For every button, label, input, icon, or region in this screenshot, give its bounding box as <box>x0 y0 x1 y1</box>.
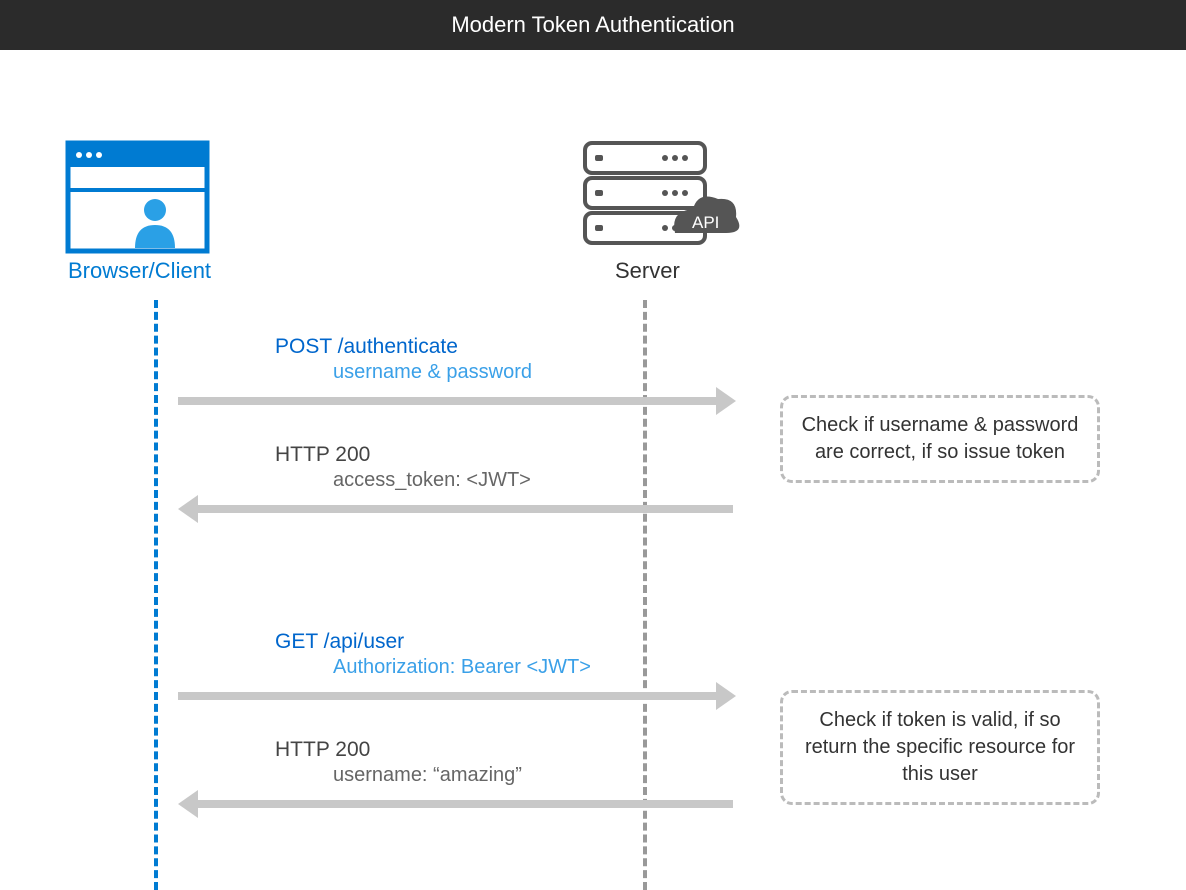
diagram-title: Modern Token Authentication <box>0 0 1186 50</box>
client-label: Browser/Client <box>68 258 211 284</box>
message-response-2: HTTP 200 username: “amazing” <box>275 738 522 787</box>
message-title: GET /api/user <box>275 630 591 654</box>
svg-text:API: API <box>692 213 719 232</box>
message-subtitle: Authorization: Bearer <JWT> <box>333 656 591 679</box>
message-response-1: HTTP 200 access_token: <JWT> <box>275 443 531 492</box>
message-title: POST /authenticate <box>275 335 532 359</box>
message-subtitle: username: “amazing” <box>333 764 522 787</box>
message-subtitle: username & password <box>333 361 532 384</box>
server-icon: API <box>580 138 740 258</box>
message-request-2: GET /api/user Authorization: Bearer <JWT… <box>275 630 591 679</box>
server-note-1: Check if username & password are correct… <box>780 395 1100 483</box>
browser-client-icon <box>65 140 210 255</box>
server-note-2: Check if token is valid, if so return th… <box>780 690 1100 805</box>
message-title: HTTP 200 <box>275 443 531 467</box>
message-title: HTTP 200 <box>275 738 522 762</box>
message-request-1: POST /authenticate username & password <box>275 335 532 384</box>
server-label: Server <box>615 258 680 284</box>
message-subtitle: access_token: <JWT> <box>333 469 531 492</box>
client-lifeline <box>154 300 158 890</box>
sequence-diagram: Browser/Client API Server POST /authenti… <box>0 50 1186 885</box>
